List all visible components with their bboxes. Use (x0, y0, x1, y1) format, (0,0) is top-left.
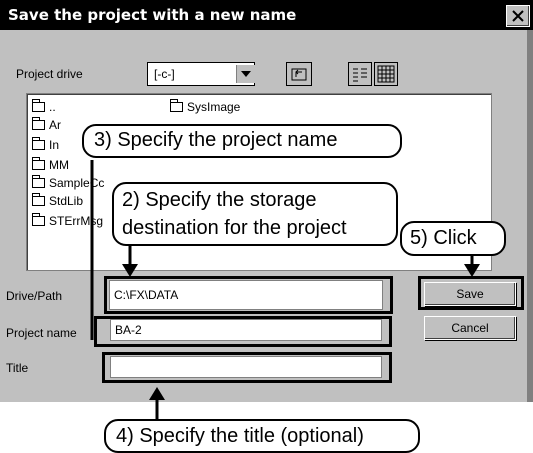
callout-step3: 3) Specify the project name (82, 124, 402, 158)
callout-step5: 5) Click (400, 221, 506, 256)
callout-step4: 4) Specify the title (optional) (104, 419, 420, 453)
callout-step2: 2) Specify the storage destination for t… (112, 182, 398, 246)
